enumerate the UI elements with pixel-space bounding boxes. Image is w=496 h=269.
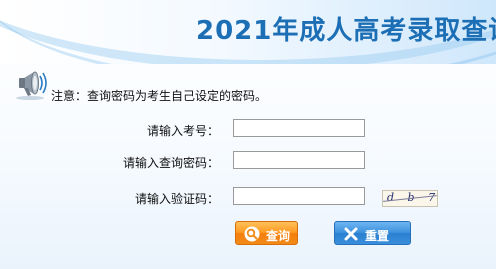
captcha-input[interactable] — [233, 187, 365, 205]
password-row: 请输入查询密码： — [0, 151, 496, 173]
close-icon — [344, 227, 358, 241]
search-button-label: 查询 — [266, 229, 291, 243]
exam-number-row: 请输入考号： — [0, 119, 496, 141]
password-input[interactable] — [233, 151, 365, 169]
exam-number-input[interactable] — [233, 119, 365, 137]
captcha-image[interactable]: d b 7 3 — [382, 190, 438, 207]
megaphone-icon — [16, 71, 47, 100]
search-icon — [244, 226, 260, 242]
captcha-label: 请输入验证码： — [134, 192, 219, 206]
reset-button[interactable]: 重置 — [334, 221, 411, 245]
notice-bar: 注意：查询密码为考生自己设定的密码。 — [14, 64, 484, 103]
reset-button-label: 重置 — [365, 229, 390, 243]
page-header: 2021年成人高考录取查询 — [0, 0, 496, 64]
search-button[interactable]: 查询 — [235, 221, 298, 245]
exam-number-label: 请输入考号： — [146, 124, 219, 138]
query-page: 2021年成人高考录取查询 注意：查询密码为考生自己设定的密码。 请输入考号： … — [0, 0, 496, 269]
password-label: 请输入查询密码： — [122, 156, 219, 170]
notice-text: 注意：查询密码为考生自己设定的密码。 — [51, 89, 268, 103]
page-title: 2021年成人高考录取查询 — [196, 16, 496, 46]
